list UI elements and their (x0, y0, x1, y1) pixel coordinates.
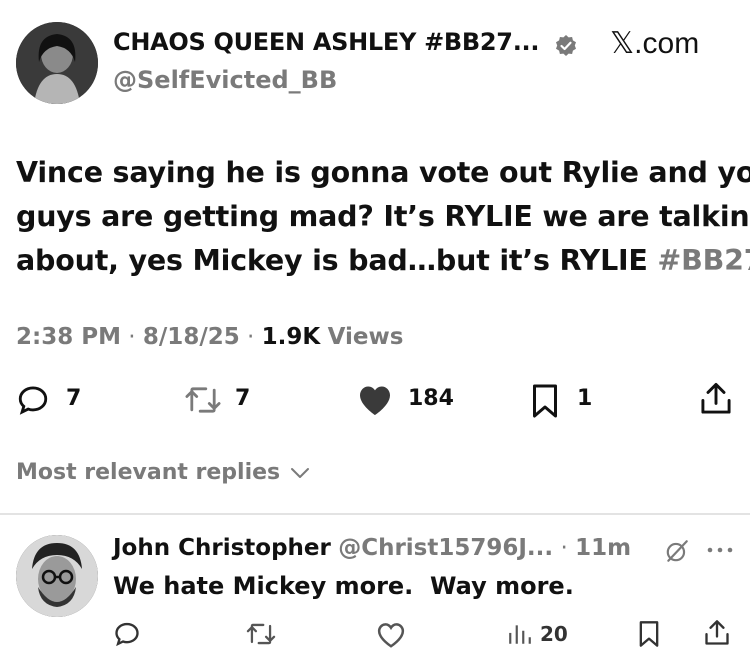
repost-button[interactable] (182, 383, 224, 417)
reply-author-handle[interactable]: @Christ15796J... (338, 535, 553, 561)
reply-icon (18, 386, 48, 415)
meta-separator: · (247, 324, 262, 350)
reply-count: 7 (66, 386, 82, 411)
like-count: 184 (408, 386, 454, 411)
reply-button[interactable] (16, 383, 50, 417)
reply-repost-icon[interactable] (244, 620, 278, 648)
heart-icon (360, 386, 390, 415)
views-label: Views (327, 324, 404, 350)
reply-like-icon[interactable] (376, 621, 406, 649)
reply-avatar[interactable] (16, 535, 98, 617)
replies-filter-label: Most relevant replies (16, 460, 281, 485)
post-text-line: Vince saying he is gonna vote out Rylie … (16, 156, 750, 189)
site-label: 𝕏.com (610, 27, 700, 60)
author-handle[interactable]: @SelfEvicted_BB (113, 66, 337, 94)
reply-header: John Christopher @Christ15796J... · 11m (113, 535, 631, 561)
bookmark-icon (533, 384, 557, 418)
post-date[interactable]: 8/18/25 (143, 324, 240, 350)
grok-icon[interactable] (664, 538, 690, 564)
post-text-segment: about, yes Mickey is bad…but it’s RYLIE (16, 244, 658, 277)
views-count: 1.9K (261, 324, 321, 350)
post-text: Vince saying he is gonna vote out Rylie … (16, 151, 750, 283)
author-name[interactable]: CHAOS QUEEN ASHLEY #BB27... (113, 28, 539, 56)
divider (0, 513, 750, 515)
hashtag-link[interactable]: #BB27 (657, 244, 750, 277)
repost-icon (185, 387, 221, 413)
repost-count: 7 (235, 386, 251, 411)
bookmark-count: 1 (577, 386, 593, 411)
share-button[interactable] (700, 381, 732, 417)
chevron-down-icon (290, 468, 309, 478)
reply-time[interactable]: 11m (575, 535, 631, 561)
replies-filter-dropdown[interactable]: Most relevant replies (16, 460, 310, 485)
meta-separator: · (553, 535, 576, 561)
post-time[interactable]: 2:38 PM (16, 324, 121, 350)
reply-reply-icon[interactable] (113, 620, 141, 648)
post-meta: 2:38 PM · 8/18/25 · 1.9K Views (16, 324, 403, 350)
bookmark-button[interactable] (530, 383, 560, 419)
verified-badge-icon (554, 34, 578, 58)
more-options-icon[interactable] (706, 544, 734, 556)
meta-separator: · (128, 324, 143, 350)
author-avatar[interactable] (16, 22, 98, 104)
reply-author-name[interactable]: John Christopher (113, 535, 331, 561)
like-button[interactable] (357, 383, 393, 417)
reply-text: We hate Mickey more. Way more. (113, 572, 574, 600)
post-text-line: guys are getting mad? It’s RYLIE we are … (16, 200, 750, 233)
post-text-line: about, yes Mickey is bad…but it’s RYLIE … (16, 239, 750, 283)
reply-share-icon[interactable] (704, 619, 730, 647)
share-icon (701, 383, 731, 414)
reply-views-count: 20 (540, 622, 568, 646)
reply-bookmark-icon[interactable] (637, 620, 661, 648)
reply-views-icon[interactable] (507, 622, 533, 646)
